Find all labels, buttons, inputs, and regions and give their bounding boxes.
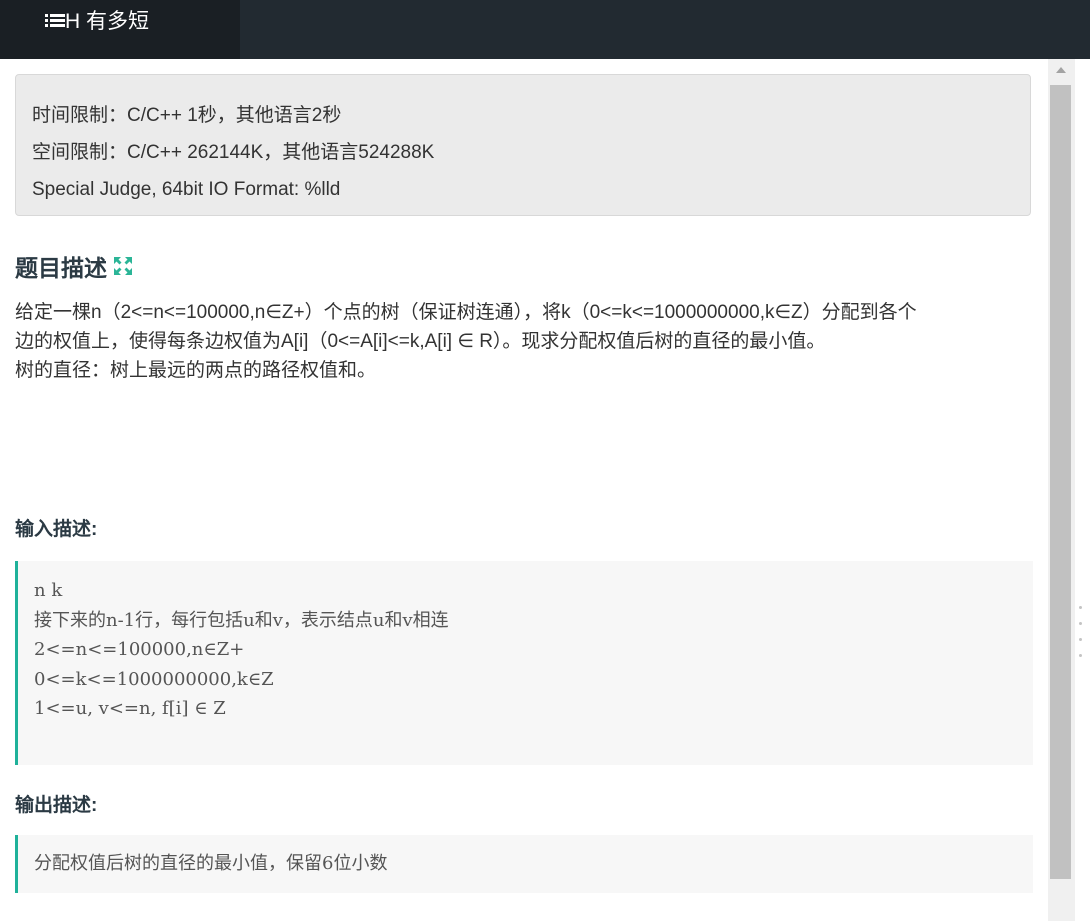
top-bar: H 有多短 <box>0 0 1090 59</box>
resize-grip-icon[interactable] <box>1079 606 1083 662</box>
memory-limit: 空间限制：C/C++ 262144K，其他语言524288K <box>32 142 435 163</box>
input-line: 2<=n<=100000,n∈Z+ <box>34 639 245 660</box>
scroll-thumb[interactable] <box>1050 85 1071 879</box>
list-icon <box>45 14 65 30</box>
description-line: 给定一棵n（2<=n<=100000,n∈Z+）个点的树（保证树连通），将k（0… <box>15 302 917 323</box>
problem-tab[interactable]: H 有多短 <box>0 0 240 59</box>
input-heading: 输入描述: <box>15 519 98 540</box>
output-spec-box: 分配权值后树的直径的最小值，保留6位小数 <box>15 835 1033 893</box>
judge-info: Special Judge, 64bit IO Format: %lld <box>32 179 341 200</box>
input-line: n k <box>34 580 63 601</box>
vertical-scrollbar[interactable] <box>1048 59 1075 921</box>
limits-panel: 时间限制：C/C++ 1秒，其他语言2秒 空间限制：C/C++ 262144K，… <box>15 74 1031 216</box>
description-line: 树的直径：树上最远的两点的路径权值和。 <box>15 360 377 381</box>
problem-tab-title: H 有多短 <box>65 10 149 33</box>
description-title: 题目描述 <box>15 255 107 281</box>
description-heading: 题目描述 <box>15 249 133 283</box>
input-spec-box: n k 接下来的n-1行，每行包括u和v，表示结点u和v相连 2<=n<=100… <box>15 561 1033 765</box>
input-line: 1<=u, v<=n, f[i] ∈ Z <box>34 698 226 719</box>
output-heading: 输出描述: <box>15 795 98 816</box>
time-limit: 时间限制：C/C++ 1秒，其他语言2秒 <box>32 105 342 126</box>
output-line: 分配权值后树的直径的最小值，保留6位小数 <box>34 853 388 874</box>
input-line: 接下来的n-1行，每行包括u和v，表示结点u和v相连 <box>34 609 449 631</box>
scroll-up-arrow-icon[interactable] <box>1056 67 1066 73</box>
problem-content: 时间限制：C/C++ 1秒，其他语言2秒 空间限制：C/C++ 262144K，… <box>0 59 1048 921</box>
description-body: 给定一棵n（2<=n<=100000,n∈Z+）个点的树（保证树连通），将k（0… <box>15 298 1035 385</box>
description-line: 边的权值上，使得每条边权值为A[i]（0<=A[i]<=k,A[i] ∈ R）。… <box>15 331 826 352</box>
expand-icon[interactable] <box>113 256 133 276</box>
input-line: 0<=k<=1000000000,k∈Z <box>34 668 274 690</box>
